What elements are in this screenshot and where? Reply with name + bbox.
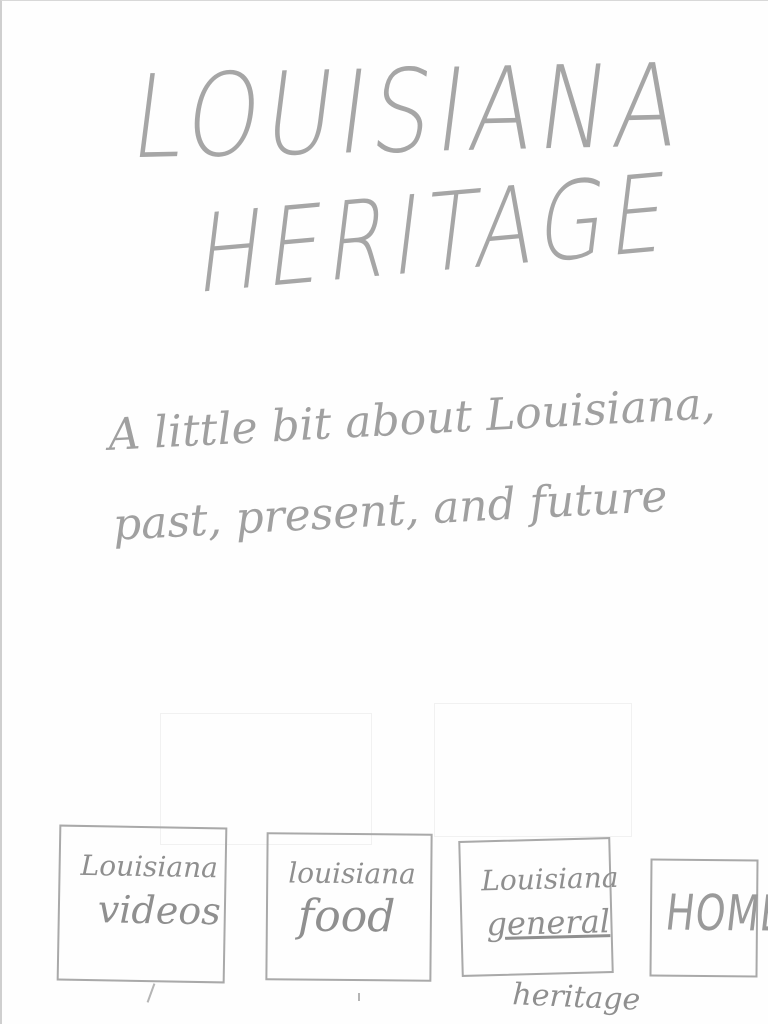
- placeholder-box: [434, 703, 632, 837]
- nav-button-label: Louisiana: [480, 860, 619, 898]
- site-tagline: A little bit about Louisiana, past, pres…: [106, 378, 717, 551]
- nav-button-label: heritage: [511, 977, 642, 1018]
- pencil-mark: [146, 983, 156, 1003]
- nav-button-label: general: [485, 902, 611, 944]
- nav-button-label: Louisiana: [80, 848, 219, 885]
- nav-button-label: HOME: [662, 884, 768, 943]
- nav-button-louisiana-general-heritage[interactable]: Louisiana general heritage: [458, 837, 641, 1018]
- sketch-page: LOUISIANA HERITAGE A little bit about Lo…: [0, 0, 768, 1024]
- nav-button-label: louisiana: [288, 856, 416, 891]
- nav-button-louisiana-videos[interactable]: Louisiana videos: [56, 824, 228, 984]
- nav-button-label: videos: [97, 887, 222, 934]
- nav-button-label: food: [297, 890, 396, 943]
- nav-button-louisiana-food[interactable]: louisiana food: [265, 832, 433, 982]
- pencil-mark: [358, 993, 360, 1001]
- placeholder-box: [160, 713, 372, 845]
- nav-button-home[interactable]: HOME: [649, 858, 768, 978]
